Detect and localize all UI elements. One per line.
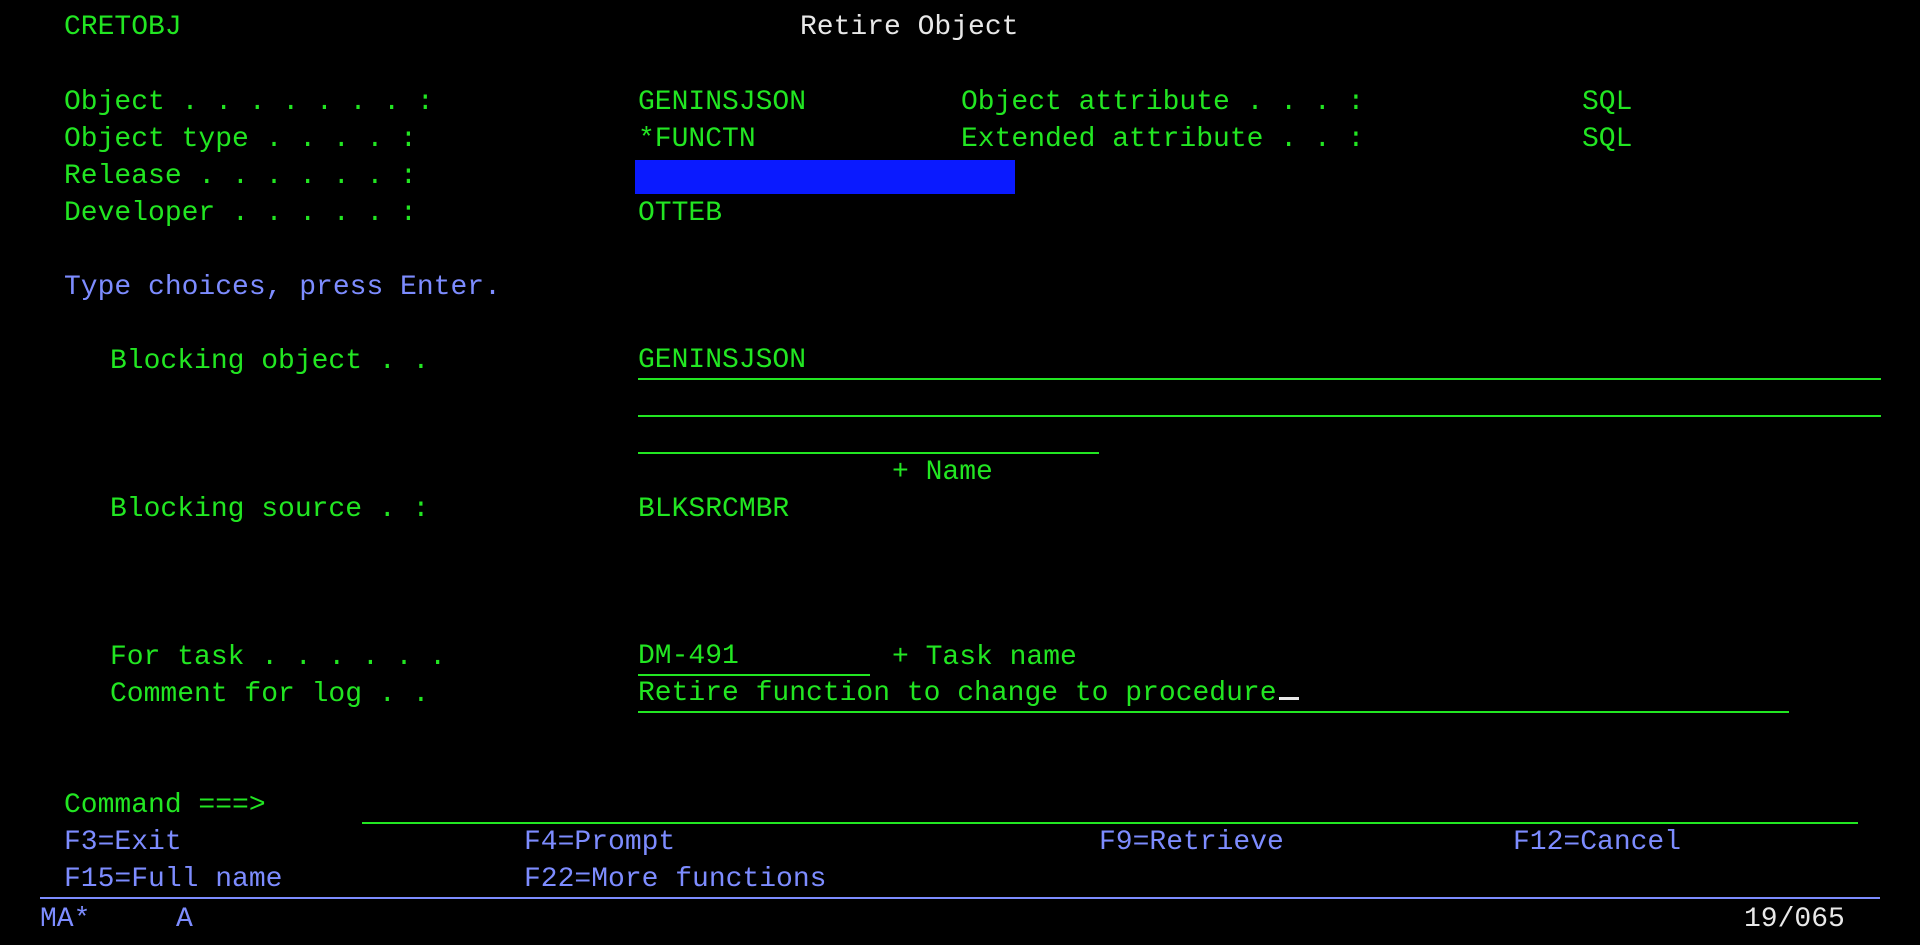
extended-attribute-value: SQL	[1582, 124, 1633, 155]
for-task-input[interactable]: DM-491	[638, 639, 870, 676]
object-value: GENINSJSON	[638, 87, 807, 118]
object-attribute-label: Object attribute . . . :	[961, 87, 1365, 118]
developer-value: OTTEB	[638, 198, 723, 229]
instructions-text: Type choices, press Enter.	[64, 272, 501, 303]
status-bar-divider	[40, 897, 1880, 899]
program-name: CRETOBJ	[64, 12, 182, 43]
command-input[interactable]	[362, 787, 1858, 824]
blocking-object-input-line-1[interactable]: GENINSJSON	[638, 343, 1881, 380]
object-type-label: Object type . . . . :	[64, 124, 417, 155]
blocking-source-value: BLKSRCMBR	[638, 494, 790, 525]
release-label: Release . . . . . . :	[64, 161, 417, 192]
object-label: Object . . . . . . . :	[64, 87, 434, 118]
f15-full-name-key[interactable]: F15=Full name	[64, 861, 282, 898]
release-highlight-field[interactable]	[635, 160, 1015, 194]
session-indicator: MA*	[40, 904, 91, 935]
developer-label: Developer . . . . . :	[64, 198, 417, 229]
blocking-object-input-line-2[interactable]	[638, 380, 1881, 417]
blocking-source-label: Blocking source . :	[110, 494, 430, 525]
blocking-object-label: Blocking object . .	[110, 346, 430, 377]
task-name-prompt-hint: + Task name	[892, 642, 1077, 673]
screen-title: Retire Object	[800, 12, 1019, 43]
extended-attribute-label: Extended attribute . . :	[961, 124, 1365, 155]
text-cursor	[1278, 697, 1299, 700]
f12-cancel-key[interactable]: F12=Cancel	[1513, 824, 1681, 861]
f22-more-functions-key[interactable]: F22=More functions	[524, 861, 826, 898]
mode-indicator: A	[176, 904, 193, 935]
cursor-position: 19/065	[1744, 904, 1845, 935]
comment-input[interactable]: Retire function to change to procedure	[638, 676, 1789, 713]
object-attribute-value: SQL	[1582, 87, 1633, 118]
name-prompt-hint: + Name	[892, 457, 993, 488]
blocking-object-input-line-3[interactable]	[638, 417, 1099, 454]
object-type-value: *FUNCTN	[638, 124, 756, 155]
f3-exit-key[interactable]: F3=Exit	[64, 824, 182, 861]
comment-label: Comment for log . .	[110, 679, 430, 710]
f4-prompt-key[interactable]: F4=Prompt	[524, 824, 675, 861]
command-label: Command ===>	[64, 790, 266, 821]
f9-retrieve-key[interactable]: F9=Retrieve	[1099, 824, 1284, 861]
comment-input-text: Retire function to change to procedure	[638, 678, 1277, 709]
for-task-label: For task . . . . . .	[110, 642, 447, 673]
